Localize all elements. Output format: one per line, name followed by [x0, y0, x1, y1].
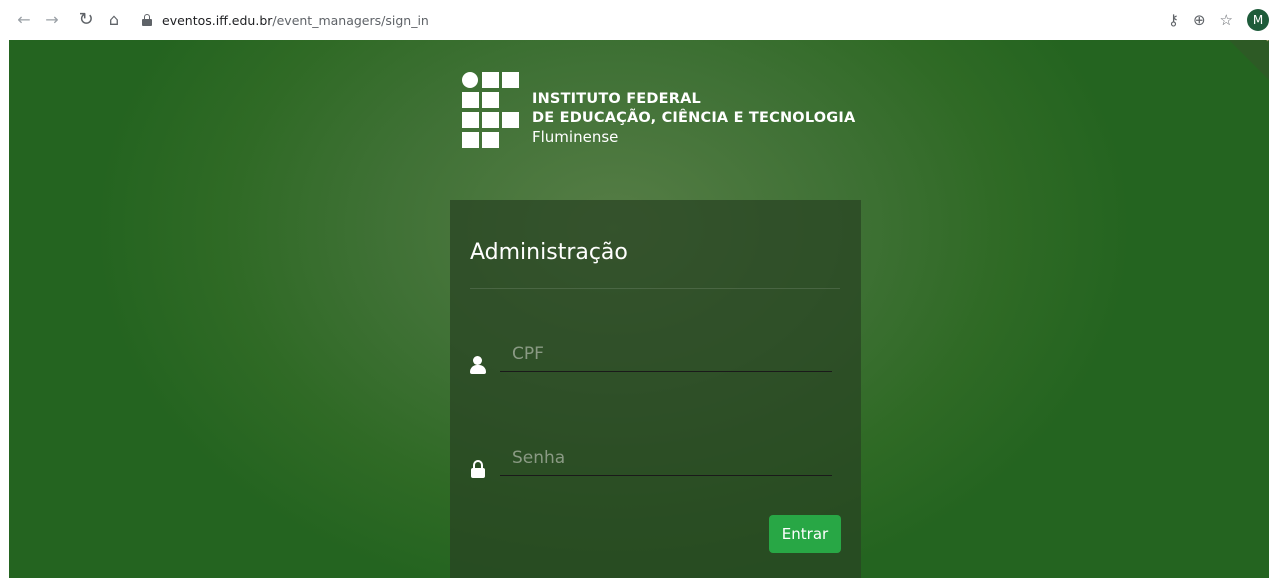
padlock-icon [470, 460, 486, 478]
browser-toolbar: ← → ↻ ⌂ eventos.iff.edu.br/event_manager… [0, 0, 1279, 40]
star-icon[interactable]: ☆ [1220, 10, 1233, 30]
lock-icon [142, 14, 152, 26]
toolbar-right-icons: ⚷ ⊕ ☆ M [1168, 9, 1269, 31]
corner-fold-decoration [1229, 40, 1269, 80]
reload-icon[interactable]: ↻ [76, 10, 96, 30]
zoom-icon[interactable]: ⊕ [1193, 10, 1206, 30]
address-bar[interactable]: eventos.iff.edu.br/event_managers/sign_i… [142, 8, 1262, 32]
url-text[interactable]: eventos.iff.edu.br/event_managers/sign_i… [162, 13, 429, 28]
password-field-row [470, 440, 836, 480]
url-host: eventos.iff.edu.br [162, 12, 273, 28]
logo-text-line2: DE EDUCAÇÃO, CIÊNCIA E TECNOLOGIA [532, 110, 856, 126]
forward-arrow-icon[interactable]: → [42, 10, 62, 30]
profile-avatar[interactable]: M [1247, 9, 1269, 31]
cpf-field-row [470, 336, 836, 376]
submit-button[interactable]: Entrar [769, 515, 841, 553]
logo-grid-icon [462, 72, 524, 150]
url-path: /event_managers/sign_in [272, 12, 429, 28]
login-title: Administração [470, 240, 628, 265]
cpf-input[interactable] [500, 336, 832, 372]
page-content: INSTITUTO FEDERAL DE EDUCAÇÃO, CIÊNCIA E… [0, 40, 1279, 578]
user-icon [470, 356, 486, 374]
key-icon[interactable]: ⚷ [1168, 10, 1179, 30]
logo-text-line3: Fluminense [532, 128, 619, 146]
back-arrow-icon[interactable]: ← [14, 10, 34, 30]
home-icon[interactable]: ⌂ [104, 10, 124, 30]
institution-logo: INSTITUTO FEDERAL DE EDUCAÇÃO, CIÊNCIA E… [462, 72, 882, 152]
logo-text-line1: INSTITUTO FEDERAL [532, 91, 701, 107]
title-divider [470, 288, 840, 289]
login-panel: Administração Entrar [450, 200, 861, 578]
password-input[interactable] [500, 440, 832, 476]
